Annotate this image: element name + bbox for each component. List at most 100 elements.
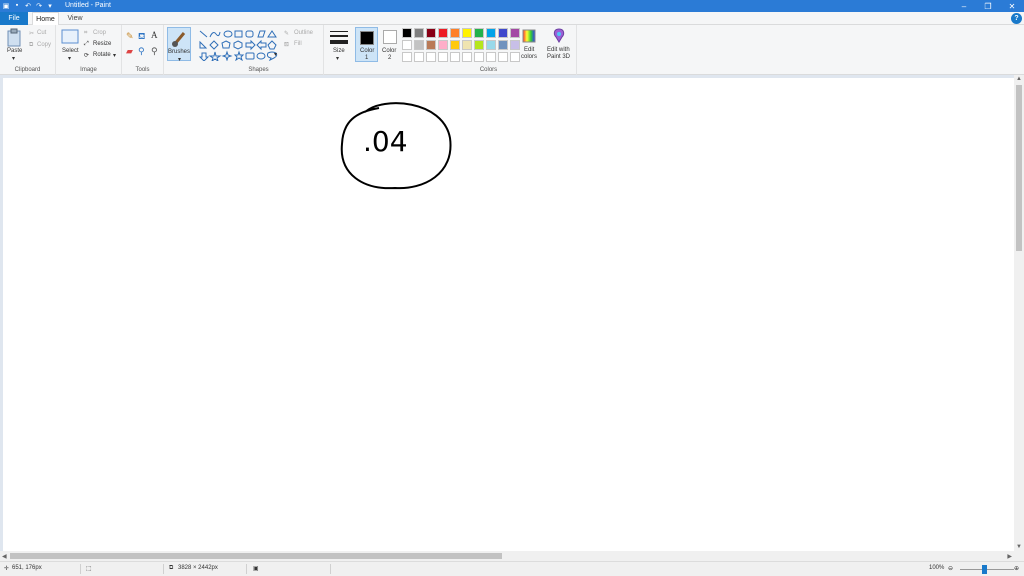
color1-swatch: [360, 31, 374, 45]
palette-swatch[interactable]: [426, 52, 436, 62]
horizontal-scroll-thumb[interactable]: [10, 553, 502, 559]
horizontal-scrollbar[interactable]: ◀ ▶: [0, 551, 1014, 561]
ribbon: Paste ▾ ✂ Cut ⧉ Copy Clipboard Select ▾ …: [0, 25, 1024, 75]
restore-button[interactable]: ❐: [976, 0, 1000, 12]
outline-button[interactable]: Outline: [294, 30, 313, 36]
size-dropdown-icon[interactable]: ▾: [336, 55, 339, 62]
palette-swatch[interactable]: [498, 52, 508, 62]
palette-swatch[interactable]: [462, 52, 472, 62]
crop-icon[interactable]: ⌗: [84, 30, 87, 37]
minimize-button[interactable]: –: [952, 0, 976, 12]
color1-button[interactable]: Color 1: [355, 27, 378, 62]
palette-swatch[interactable]: [426, 28, 436, 38]
size-lines-icon[interactable]: [330, 31, 348, 45]
vertical-scroll-thumb[interactable]: [1016, 85, 1022, 251]
palette-swatch[interactable]: [402, 28, 412, 38]
color1-label: Color: [360, 48, 375, 54]
pencil-icon[interactable]: ✎: [126, 31, 134, 42]
vertical-scrollbar[interactable]: ▲ ▼: [1014, 75, 1024, 551]
zoom-in-icon[interactable]: ⊕: [1014, 565, 1019, 572]
color2-swatch[interactable]: [383, 30, 397, 44]
zoom-slider-track[interactable]: [960, 569, 1014, 570]
palette-swatch[interactable]: [510, 28, 520, 38]
edit-colors-icon[interactable]: [522, 29, 536, 43]
tab-file[interactable]: File: [0, 12, 28, 25]
scroll-down-icon[interactable]: ▼: [1016, 544, 1022, 550]
rotate-button[interactable]: Rotate: [93, 52, 111, 58]
palette-swatch[interactable]: [498, 40, 508, 50]
zoom-slider-thumb[interactable]: [982, 565, 987, 574]
paint3d-label-line1[interactable]: Edit with: [547, 47, 570, 53]
palette-swatch[interactable]: [498, 28, 508, 38]
close-button[interactable]: ✕: [1000, 0, 1024, 12]
image-size-icon: ⧉: [169, 565, 174, 571]
shapes-more-icon[interactable]: ▾: [274, 51, 277, 58]
magnifier-icon[interactable]: ⚲: [151, 46, 158, 57]
palette-swatch[interactable]: [426, 40, 436, 50]
fill-bucket-icon[interactable]: ⛾: [138, 31, 145, 43]
paint3d-label-line2[interactable]: Paint 3D: [547, 54, 570, 60]
redo-icon[interactable]: ↷: [35, 1, 43, 10]
select-dropdown-icon[interactable]: ▾: [68, 55, 71, 62]
palette-swatch[interactable]: [414, 52, 424, 62]
rotate-dropdown-icon[interactable]: ▾: [113, 52, 116, 59]
save-icon[interactable]: ▪: [13, 1, 21, 10]
palette-swatch[interactable]: [486, 52, 496, 62]
drawing-canvas[interactable]: .04: [3, 78, 1014, 551]
customize-qat-icon[interactable]: ▾: [46, 1, 54, 10]
palette-swatch[interactable]: [414, 28, 424, 38]
scroll-right-icon[interactable]: ▶: [1007, 553, 1012, 560]
edit-colors-label-line1[interactable]: Edit: [524, 47, 534, 53]
text-tool-icon[interactable]: A: [151, 30, 158, 40]
rotate-icon[interactable]: ⟳: [84, 52, 89, 59]
palette-swatch[interactable]: [450, 28, 460, 38]
eraser-icon[interactable]: ▰: [126, 46, 133, 57]
palette-swatch[interactable]: [486, 28, 496, 38]
fill-button[interactable]: Fill: [294, 41, 302, 47]
palette-swatch[interactable]: [474, 52, 484, 62]
palette-swatch[interactable]: [474, 40, 484, 50]
palette-swatch[interactable]: [486, 40, 496, 50]
palette-swatch[interactable]: [474, 28, 484, 38]
palette-swatch[interactable]: [462, 40, 472, 50]
edit-colors-label-line2[interactable]: colors: [521, 54, 537, 60]
palette-swatch[interactable]: [510, 52, 520, 62]
palette-swatch[interactable]: [402, 52, 412, 62]
palette-swatch[interactable]: [438, 28, 448, 38]
select-button[interactable]: Select: [62, 48, 79, 54]
color-picker-icon[interactable]: ⚲: [138, 46, 145, 57]
palette-swatch[interactable]: [414, 40, 424, 50]
palette-swatch[interactable]: [450, 52, 460, 62]
palette-swatch[interactable]: [510, 40, 520, 50]
scroll-left-icon[interactable]: ◀: [2, 553, 7, 560]
paste-dropdown-icon[interactable]: ▾: [12, 55, 15, 62]
resize-icon[interactable]: ⤢: [84, 41, 89, 48]
palette-swatch[interactable]: [402, 40, 412, 50]
zoom-out-icon[interactable]: ⊖: [948, 565, 953, 572]
paste-label[interactable]: Paste: [7, 48, 22, 54]
copy-icon[interactable]: ⧉: [29, 42, 33, 49]
palette-swatch[interactable]: [450, 40, 460, 50]
cut-icon[interactable]: ✂: [29, 30, 34, 37]
cut-button[interactable]: Cut: [37, 30, 46, 36]
select-icon[interactable]: [61, 29, 79, 45]
palette-swatch[interactable]: [438, 40, 448, 50]
shapes-gallery[interactable]: [198, 29, 278, 61]
palette-swatch[interactable]: [438, 52, 448, 62]
fill-icon[interactable]: ⛾: [284, 41, 289, 49]
copy-button[interactable]: Copy: [37, 42, 51, 48]
paint3d-icon[interactable]: [552, 28, 566, 44]
brushes-button[interactable]: Brushes ▾: [167, 27, 191, 63]
help-icon[interactable]: ?: [1011, 13, 1022, 24]
undo-icon[interactable]: ↶: [24, 1, 32, 10]
size-button[interactable]: Size: [333, 48, 345, 54]
resize-button[interactable]: Resize: [93, 41, 111, 47]
color2-label[interactable]: Color: [382, 48, 396, 54]
outline-icon[interactable]: ✎: [284, 30, 289, 37]
paste-icon[interactable]: [6, 28, 22, 47]
palette-swatch[interactable]: [462, 28, 472, 38]
tab-view[interactable]: View: [62, 12, 88, 25]
tab-home[interactable]: Home: [32, 12, 59, 26]
crop-button[interactable]: Crop: [93, 30, 106, 36]
scroll-up-icon[interactable]: ▲: [1016, 76, 1022, 82]
